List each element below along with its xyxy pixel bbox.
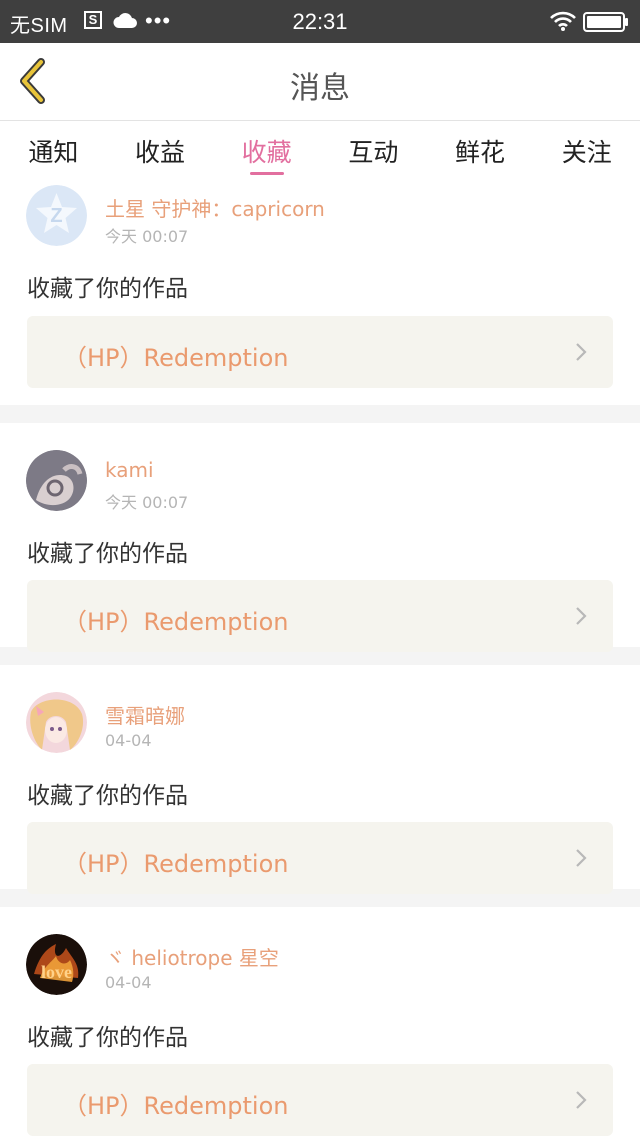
- username[interactable]: 雪霜暗娜: [105, 700, 185, 729]
- work-title: （HP）Redemption: [63, 850, 289, 878]
- wifi-icon: [550, 11, 576, 36]
- list-item: love ヾ heliotrope 星空 04-04 收藏了你的作品 （HP）R…: [0, 907, 640, 1136]
- list-item: 雪霜暗娜 04-04 收藏了你的作品 （HP）Redemption: [0, 665, 640, 894]
- tab-notifications[interactable]: 通知: [0, 121, 107, 181]
- chevron-right-icon: [576, 343, 587, 361]
- work-link[interactable]: （HP）Redemption: [27, 822, 613, 894]
- notification-list: Z 土星 守护神：capricorn 今天 00:07 收藏了你的作品 （HP）…: [0, 181, 640, 1136]
- tab-interactions[interactable]: 互动: [320, 121, 427, 181]
- username[interactable]: 土星 守护神：capricorn: [105, 193, 325, 222]
- timestamp: 04-04: [105, 731, 152, 750]
- chevron-right-icon: [576, 607, 587, 625]
- chevron-right-icon: [576, 849, 587, 867]
- work-link[interactable]: （HP）Redemption: [27, 316, 613, 388]
- list-item: Z 土星 守护神：capricorn 今天 00:07 收藏了你的作品 （HP）…: [0, 181, 640, 405]
- active-tab-indicator: [249, 172, 284, 175]
- timestamp: 今天 00:07: [105, 227, 189, 246]
- tab-flowers[interactable]: 鲜花: [427, 121, 534, 181]
- svg-text:Z: Z: [50, 205, 62, 227]
- navigation-bar: 消息: [0, 43, 640, 121]
- chevron-right-icon: [576, 1091, 587, 1109]
- tab-label: 鲜花: [455, 138, 506, 167]
- status-bar: 无SIM S ••• 22:31: [0, 0, 640, 43]
- username[interactable]: ヾ heliotrope 星空: [105, 942, 279, 971]
- messages-screen: 无SIM S ••• 22:31 消息 通知 收益 收藏 互动 鲜花 关注 Z …: [0, 0, 640, 1138]
- tab-label: 收藏: [241, 138, 292, 167]
- list-item: kami 今天 00:07 收藏了你的作品 （HP）Redemption: [0, 423, 640, 652]
- work-title: （HP）Redemption: [63, 344, 289, 372]
- user-avatar-photo[interactable]: [26, 450, 87, 511]
- username[interactable]: kami: [105, 458, 154, 482]
- work-link[interactable]: （HP）Redemption: [27, 580, 613, 652]
- battery-icon: [583, 12, 628, 32]
- timestamp: 04-04: [105, 973, 152, 992]
- tab-following[interactable]: 关注: [533, 121, 640, 181]
- timestamp: 今天 00:07: [105, 493, 189, 512]
- user-avatar-anime[interactable]: [26, 692, 87, 753]
- action-text: 收藏了你的作品: [27, 783, 188, 809]
- action-text: 收藏了你的作品: [27, 1025, 188, 1051]
- tab-favorites[interactable]: 收藏: [213, 121, 320, 181]
- work-title: （HP）Redemption: [63, 1092, 289, 1120]
- default-avatar-icon[interactable]: Z: [26, 185, 87, 246]
- work-link[interactable]: （HP）Redemption: [27, 1064, 613, 1136]
- user-avatar-love[interactable]: love: [26, 934, 87, 995]
- action-text: 收藏了你的作品: [27, 276, 188, 302]
- work-title: （HP）Redemption: [63, 608, 289, 636]
- tab-label: 关注: [561, 138, 612, 167]
- divider: [0, 405, 640, 423]
- tab-label: 通知: [28, 138, 79, 167]
- tab-label: 互动: [348, 138, 399, 167]
- clock: 22:31: [292, 9, 348, 34]
- tab-label: 收益: [135, 138, 186, 167]
- svg-text:love: love: [41, 962, 72, 982]
- action-text: 收藏了你的作品: [27, 541, 188, 567]
- tab-earnings[interactable]: 收益: [107, 121, 214, 181]
- tab-bar: 通知 收益 收藏 互动 鲜花 关注: [0, 121, 640, 181]
- page-title: 消息: [290, 71, 350, 106]
